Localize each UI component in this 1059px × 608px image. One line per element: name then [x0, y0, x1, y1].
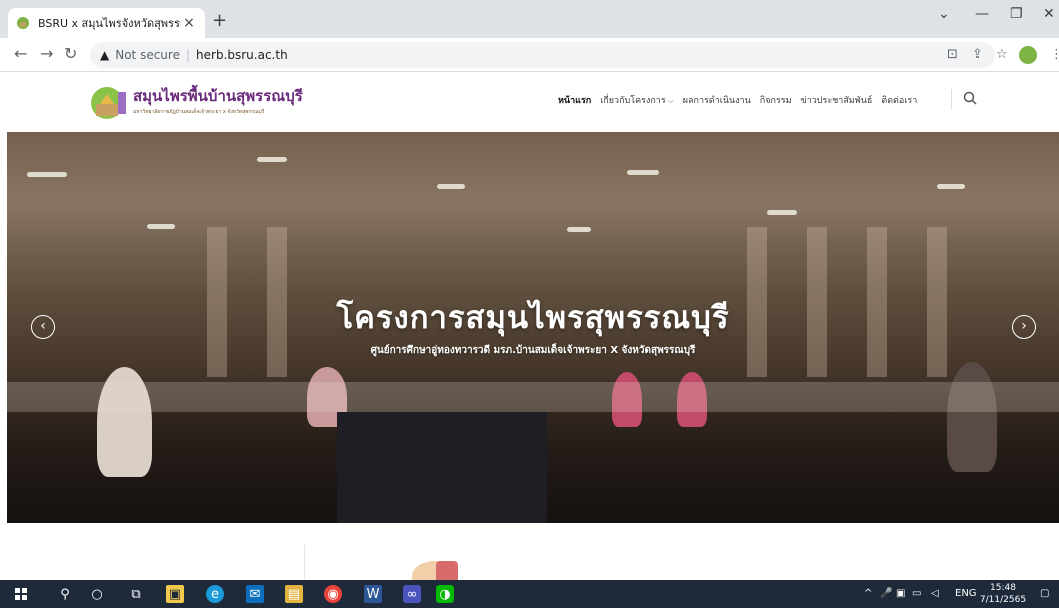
- search-icon[interactable]: [963, 91, 977, 105]
- clock-date: 7/11/2565: [979, 595, 1027, 605]
- new-tab-button[interactable]: +: [212, 12, 227, 30]
- profile-avatar[interactable]: [1019, 46, 1037, 64]
- windows-taskbar: ⚲ ○ ⧉ ▣ e ✉ ▤ ◉ W ∞ ◑ ^ 🎤 ▣ ▭ ◁ ENG 15:4…: [0, 580, 1059, 608]
- chevron-up-icon[interactable]: ^: [864, 588, 872, 599]
- task-view-icon[interactable]: ⧉: [127, 585, 145, 603]
- browser-menu-icon[interactable]: ⋮: [1050, 47, 1059, 62]
- ceiling-light: [437, 184, 465, 189]
- site-logo-icon[interactable]: [90, 86, 128, 120]
- restore-button[interactable]: ❐: [1010, 6, 1023, 22]
- back-arrow-icon[interactable]: ←: [14, 44, 27, 63]
- main-menu: หน้าแรก เกี่ยวกับโครงการ ⌵ ผลการดำเนินงาน…: [558, 93, 917, 107]
- share-icon[interactable]: ⇪: [972, 47, 983, 62]
- content-section: [0, 523, 1059, 591]
- menu-item-about[interactable]: เกี่ยวกับโครงการ ⌵: [600, 93, 674, 107]
- teams-icon[interactable]: ∞: [403, 585, 421, 603]
- bookmark-star-icon[interactable]: ☆: [996, 47, 1008, 62]
- browser-tab-strip: BSRU x สมุนไพรจังหวัดสุพรรณบุรี × + ⌄ — …: [0, 0, 1059, 38]
- menu-item-news[interactable]: ข่าวประชาสัมพันธ์: [801, 93, 873, 107]
- seated-person: [947, 362, 997, 472]
- ceiling-light: [767, 210, 797, 215]
- menu-item-home[interactable]: หน้าแรก: [558, 93, 591, 107]
- browser-toolbar: ← → ↻ ▲ Not secure | herb.bsru.ac.th ⊡ ⇪…: [0, 38, 1059, 72]
- volume-icon[interactable]: ◁: [931, 588, 939, 599]
- search-icon[interactable]: ⚲: [56, 585, 74, 603]
- network-icon[interactable]: ▭: [912, 588, 921, 599]
- tab-title: BSRU x สมุนไพรจังหวัดสุพรรณบุรี: [38, 17, 181, 30]
- hero-subtitle: ศูนย์การศึกษาอู่ทองทวารวดี มรภ.บ้านสมเด็…: [370, 345, 696, 356]
- mail-icon[interactable]: ✉: [246, 585, 264, 603]
- chrome-icon[interactable]: ◉: [324, 585, 342, 603]
- menu-item-results[interactable]: ผลการดำเนินงาน: [683, 93, 751, 107]
- address-divider: |: [185, 48, 191, 62]
- site-header: สมุนไพรพื้นบ้านสุพรรณบุรี มหาวิทยาลัยราช…: [0, 72, 1059, 132]
- ceiling-light: [627, 170, 659, 175]
- conference-table: [7, 382, 1059, 412]
- language-indicator[interactable]: ENG: [955, 588, 977, 599]
- slider-prev-button[interactable]: ‹: [31, 315, 55, 339]
- file-explorer-icon[interactable]: ▤: [285, 585, 303, 603]
- minimize-button[interactable]: —: [975, 6, 989, 22]
- menu-item-activities[interactable]: กิจกรรม: [760, 93, 792, 107]
- clock[interactable]: 15:48 7/11/2565: [978, 582, 1028, 606]
- chevron-right-icon: ›: [1021, 318, 1027, 334]
- ceiling-light: [937, 184, 965, 189]
- close-window-button[interactable]: ✕: [1043, 6, 1055, 22]
- url-text[interactable]: herb.bsru.ac.th: [196, 48, 288, 62]
- presentation-screen: [337, 412, 547, 523]
- tab-close-icon[interactable]: ×: [181, 15, 197, 31]
- clock-time: 15:48: [990, 583, 1016, 593]
- line-app-icon[interactable]: ◑: [436, 585, 454, 603]
- security-label[interactable]: Not secure: [115, 48, 180, 62]
- ceiling-light: [147, 224, 175, 229]
- ceiling-light: [257, 157, 287, 162]
- store-icon[interactable]: ▣: [166, 585, 184, 603]
- microphone-icon[interactable]: 🎤: [880, 588, 892, 599]
- cortana-icon[interactable]: ○: [88, 585, 106, 603]
- chevron-left-icon: ‹: [40, 318, 46, 334]
- chevron-down-icon: ⌵: [667, 96, 674, 105]
- address-bar[interactable]: ▲ Not secure | herb.bsru.ac.th: [90, 42, 995, 68]
- ceiling-light: [567, 227, 591, 232]
- tray-app-icon[interactable]: ▣: [896, 588, 905, 599]
- site-logo-subtitle: มหาวิทยาลัยราชภัฏบ้านสมเด็จเจ้าพระยา x จ…: [133, 109, 265, 115]
- windows-start-icon[interactable]: [12, 585, 30, 603]
- browser-tab[interactable]: BSRU x สมุนไพรจังหวัดสุพรรณบุรี ×: [8, 8, 205, 38]
- notification-icon[interactable]: ▢: [1040, 588, 1049, 599]
- site-logo-title[interactable]: สมุนไพรพื้นบ้านสุพรรณบุรี: [133, 84, 303, 108]
- section-divider: [304, 545, 305, 580]
- tab-search-icon[interactable]: ⌄: [938, 6, 950, 22]
- site-favicon-icon: [17, 17, 29, 29]
- menu-divider: [951, 89, 952, 109]
- translate-icon[interactable]: ⊡: [947, 47, 958, 62]
- forward-arrow-icon[interactable]: →: [40, 44, 53, 63]
- hero-title: โครงการสมุนไพรสุพรรณบุรี: [336, 300, 730, 336]
- word-icon[interactable]: W: [364, 585, 382, 603]
- menu-item-about-label: เกี่ยวกับโครงการ: [600, 96, 666, 106]
- menu-item-contact[interactable]: ติดต่อเรา: [881, 93, 917, 107]
- reload-icon[interactable]: ↻: [64, 44, 77, 63]
- ceiling-light: [27, 172, 67, 177]
- hero-slider: โครงการสมุนไพรสุพรรณบุรี ศูนย์การศึกษาอู…: [7, 132, 1059, 523]
- warning-triangle-icon[interactable]: ▲: [100, 48, 109, 62]
- slider-next-button[interactable]: ›: [1012, 315, 1036, 339]
- edge-browser-icon[interactable]: e: [206, 585, 224, 603]
